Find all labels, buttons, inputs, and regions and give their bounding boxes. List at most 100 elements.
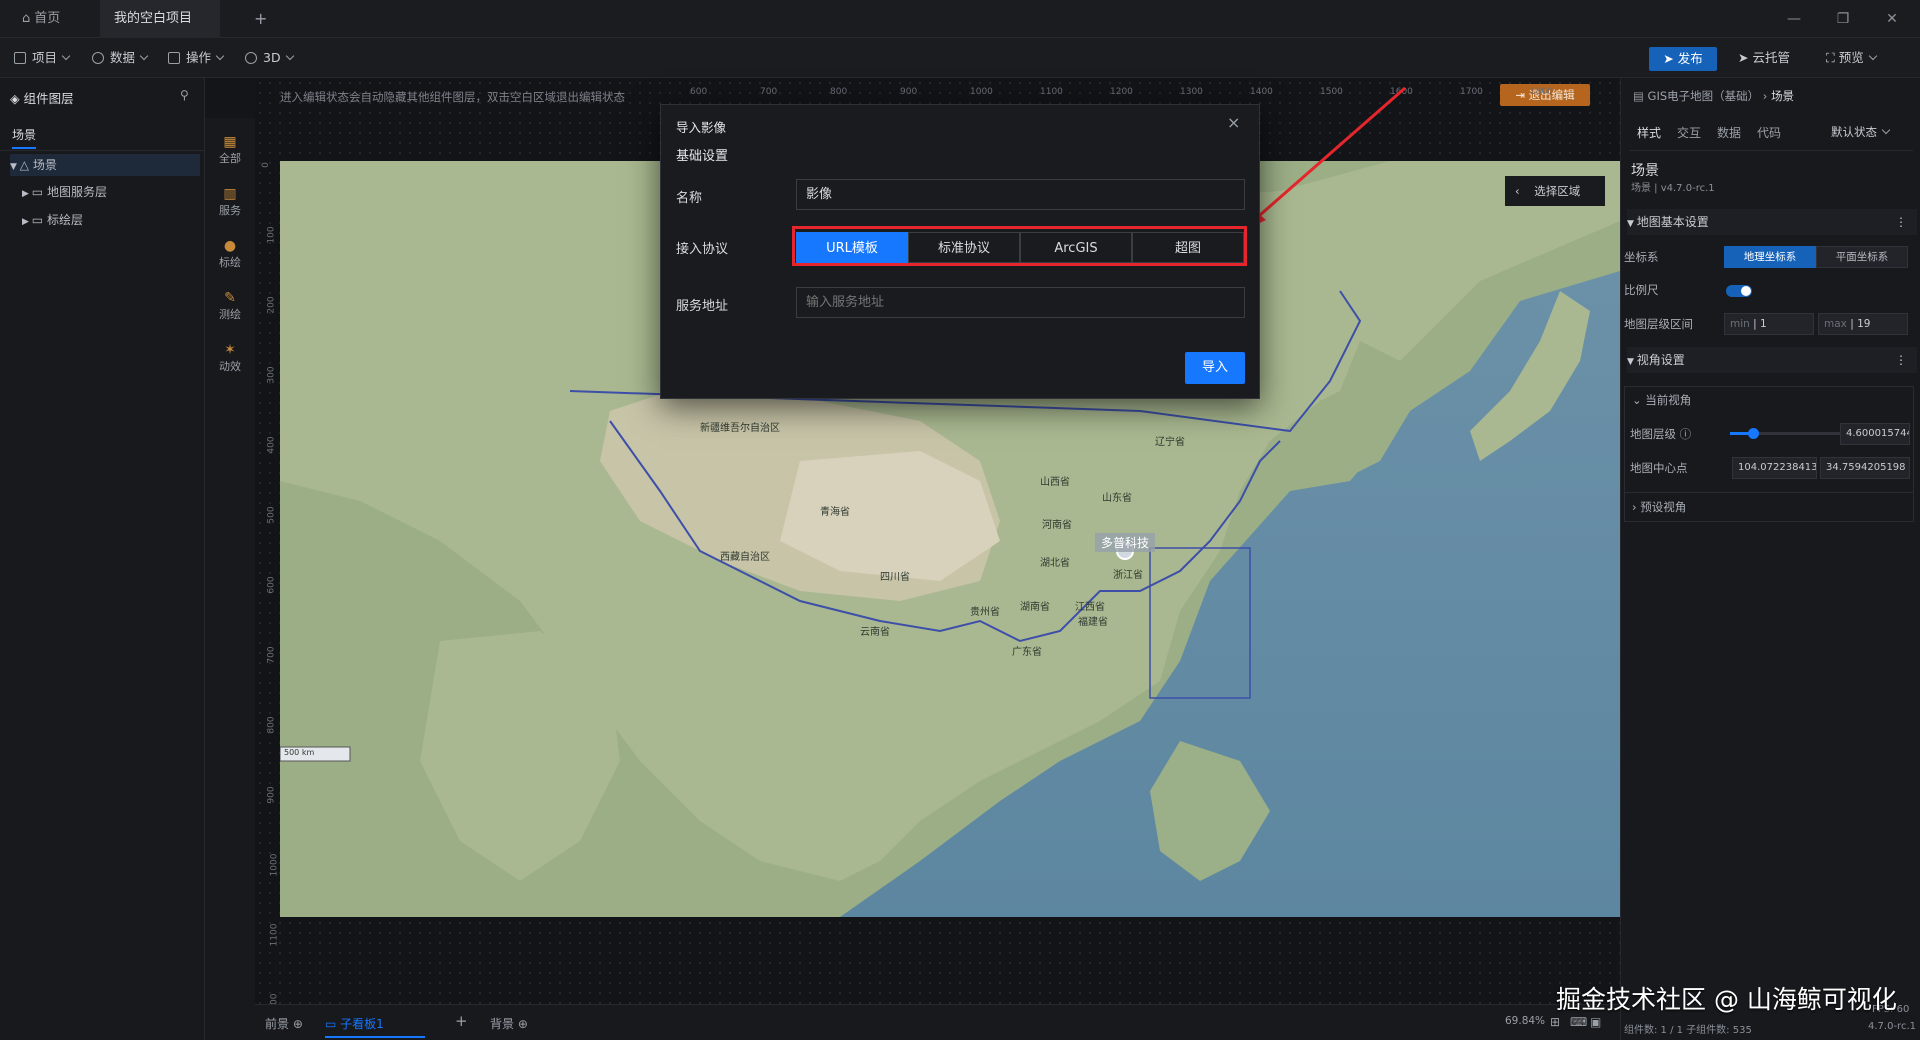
- terminal-icon[interactable]: ▣: [1590, 1015, 1601, 1029]
- ruler-tick-label: 800: [830, 87, 848, 97]
- menu-operate[interactable]: 操作: [168, 48, 225, 68]
- tree-item-plot[interactable]: ▶ ▭ 标绘层: [22, 209, 83, 231]
- menu-data[interactable]: 数据: [92, 48, 149, 68]
- breadcrumb-leaf: 场景: [1771, 89, 1795, 103]
- layer-back[interactable]: 背景 ⊕: [490, 1015, 528, 1032]
- zoom-level-label: 地图层级 ⓘ: [1630, 426, 1691, 442]
- layer-front[interactable]: 前景 ⊕: [265, 1015, 303, 1032]
- cloud-host-button[interactable]: ➤ 云托管: [1738, 48, 1790, 68]
- publish-button[interactable]: ➤ 发布: [1649, 47, 1717, 71]
- ruler-icon: ✎: [224, 290, 236, 306]
- section-view-settings[interactable]: ▼ 视角设置 ⋮: [1627, 347, 1917, 373]
- caret-right-icon: ▶: [22, 217, 32, 227]
- scale-bar: 500 km: [284, 748, 315, 757]
- tab-scene[interactable]: 场景: [12, 126, 37, 149]
- name-input[interactable]: 影像: [796, 179, 1245, 210]
- zoom-slider[interactable]: [1730, 428, 1840, 439]
- chevron-right-icon: ›: [1759, 89, 1772, 103]
- map-label: 江西省: [1075, 602, 1105, 613]
- map-label: 湖南省: [1020, 602, 1050, 613]
- ruler-tick-label: 900: [266, 786, 277, 804]
- scene-version: 场景 | v4.7.0-rc.1: [1631, 183, 1715, 194]
- layers-icon: ◈: [10, 91, 24, 106]
- center-lat-input[interactable]: 34.7594205198: [1820, 457, 1910, 479]
- current-view-header[interactable]: ⌄ 当前视角: [1632, 392, 1691, 408]
- tab-project[interactable]: 我的空白项目 ●: [100, 0, 220, 64]
- menu-3d[interactable]: 3D: [245, 48, 294, 68]
- tree-item-scene[interactable]: ▼ △ 场景: [10, 154, 200, 176]
- coord-option-geo[interactable]: 地理坐标系: [1724, 246, 1816, 268]
- ruler-tick-label: 900: [900, 87, 918, 97]
- send-icon: ➤: [1663, 51, 1678, 66]
- zoom-max-prefix: max: [1824, 318, 1847, 330]
- protocol-label: 接入协议: [676, 242, 729, 257]
- zoom-slider-handle[interactable]: [1748, 428, 1759, 439]
- folder-icon: ▭: [31, 213, 47, 227]
- add-board-button[interactable]: +: [455, 1012, 468, 1030]
- import-button[interactable]: 导入: [1185, 352, 1245, 384]
- add-circle-icon[interactable]: ⊕: [514, 1017, 528, 1031]
- category-label: 全部: [219, 152, 241, 165]
- tab-code[interactable]: 代码: [1757, 124, 1781, 141]
- add-tab-button[interactable]: +: [240, 0, 281, 38]
- tree-item-map-service[interactable]: ▶ ▭ 地图服务层: [22, 181, 107, 203]
- address-input[interactable]: [796, 287, 1245, 318]
- folder-icon: ▭: [31, 185, 47, 199]
- zoom-level-input[interactable]: 4.600015744: [1840, 423, 1910, 445]
- ruler-tick-label: 100: [266, 226, 277, 244]
- close-icon[interactable]: ×: [1227, 113, 1240, 132]
- zoom-min-input[interactable]: min | 1: [1724, 313, 1814, 335]
- menu-3d-label: 3D: [263, 50, 281, 65]
- state-select[interactable]: 默认状态: [1831, 124, 1891, 140]
- menu-data-label: 数据: [110, 50, 136, 65]
- filter-icon[interactable]: ⚲: [180, 88, 189, 102]
- select-area-button[interactable]: ‹ 选择区域: [1505, 176, 1605, 206]
- tab-sub-board[interactable]: ▭ 子看板1: [325, 1015, 425, 1038]
- preset-view-header[interactable]: › 预设视角: [1632, 499, 1686, 515]
- restore-icon[interactable]: ❐: [1831, 8, 1855, 30]
- ruler-tick-label: 700: [760, 87, 778, 97]
- ruler-tick-label: 500: [266, 506, 277, 524]
- caret-right-icon: ▶: [22, 189, 32, 199]
- category-service[interactable]: ▥ 服务: [205, 186, 255, 218]
- category-plot[interactable]: ● 标绘: [205, 238, 255, 270]
- category-all[interactable]: ▦ 全部: [205, 134, 255, 166]
- add-circle-icon[interactable]: ⊕: [289, 1017, 303, 1031]
- tab-home[interactable]: ⌂ 首页: [8, 0, 74, 38]
- fit-icon[interactable]: ⊞: [1550, 1015, 1560, 1029]
- breadcrumb-root[interactable]: GIS电子地图（基础）: [1648, 89, 1760, 103]
- keyboard-icon[interactable]: ⌨: [1570, 1015, 1587, 1029]
- more-icon[interactable]: ⋮: [1895, 209, 1907, 235]
- minimize-icon[interactable]: —: [1782, 8, 1806, 30]
- tab-data[interactable]: 数据: [1717, 124, 1741, 141]
- menu-project[interactable]: 项目: [14, 48, 71, 68]
- component-count: 组件数: 1 / 1 子组件数: 535: [1624, 1025, 1752, 1036]
- scene-title: 场景: [1631, 163, 1659, 179]
- pin-icon: ●: [223, 238, 237, 254]
- front-label: 前景: [265, 1017, 290, 1031]
- more-icon[interactable]: ⋮: [1895, 347, 1907, 373]
- section-map-basic[interactable]: ▼ 地图基本设置 ⋮: [1627, 209, 1917, 235]
- map-label: 云南省: [860, 627, 890, 638]
- coord-option-plane[interactable]: 平面坐标系: [1816, 246, 1908, 268]
- tab-interaction[interactable]: 交互: [1677, 124, 1701, 141]
- zoom-max-input[interactable]: max | 19: [1818, 313, 1908, 335]
- current-view-title: 当前视角: [1645, 393, 1692, 407]
- menu-bar: 项目 数据 操作 3D ➤ 发布 ➤ 云托管 ⛶ 预览: [0, 38, 1920, 78]
- category-measure[interactable]: ✎ 测绘: [205, 290, 255, 322]
- map-label: 山西省: [1040, 477, 1070, 488]
- tab-style[interactable]: 样式: [1637, 124, 1661, 141]
- map-label: 贵州省: [970, 607, 1000, 618]
- center-lng-input[interactable]: 104.0722384135: [1732, 457, 1817, 479]
- preview-button[interactable]: ⛶ 预览: [1826, 48, 1877, 68]
- zoom-percent[interactable]: 69.84%: [1505, 1015, 1545, 1027]
- close-window-icon[interactable]: ✕: [1880, 8, 1904, 30]
- ruler-vertical: 0100200300400500600700800900100011001200: [255, 160, 280, 1040]
- category-effect[interactable]: ✶ 动效: [205, 342, 255, 374]
- cube-icon: [245, 52, 257, 64]
- scale-toggle[interactable]: [1726, 285, 1752, 297]
- center-label: 地图中心点: [1630, 461, 1688, 475]
- map-label: 广东省: [1012, 647, 1042, 658]
- zoom-max-value: 19: [1857, 318, 1871, 330]
- ruler-tick-label: 0: [260, 162, 271, 168]
